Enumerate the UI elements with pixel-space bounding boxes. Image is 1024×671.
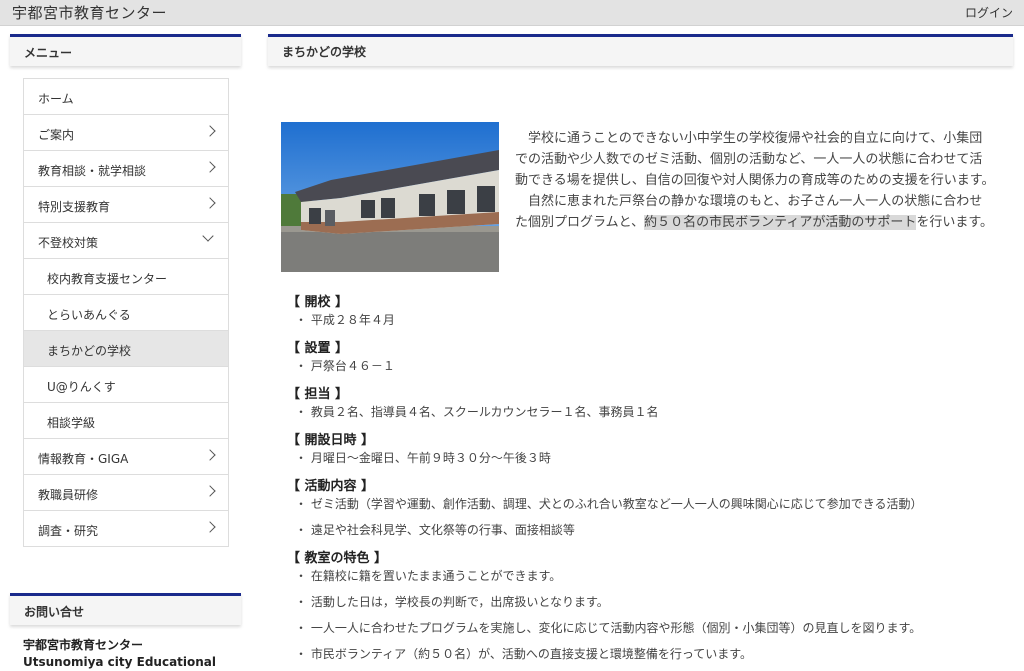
sidebar-item-label: 相談学級 <box>47 416 96 430</box>
login-link[interactable]: ログイン <box>965 4 1013 21</box>
chevron-right-icon[interactable] <box>204 449 216 461</box>
section-item: ・ 一人一人に合わせたプログラムを実施し、変化に応じて活動内容や形態（個別・小集… <box>295 621 922 635</box>
sidebar-item[interactable]: 調査・研究 <box>24 511 228 547</box>
section-title: 【 活動内容 】 <box>287 479 375 494</box>
info-section: 【 活動内容 】・ ゼミ活動（学習や運動、創作活動、調理、犬とのふれ合い教室など… <box>287 475 1007 539</box>
sidebar-item[interactable]: まちかどの学校 <box>24 331 228 367</box>
sidebar-item[interactable]: 特別支援教育 <box>24 187 228 223</box>
sidebar-item-label: まちかどの学校 <box>47 344 132 358</box>
sidebar-item-label: 情報教育・GIGA <box>38 452 129 466</box>
info-section: 【 担当 】・ 教員２名、指導員４名、スクールカウンセラー１名、事務員１名 <box>287 383 1007 421</box>
sidebar-item-label: 不登校対策 <box>38 236 99 250</box>
info-section: 【 開設日時 】・ 月曜日～金曜日、午前９時３０分～午後３時 <box>287 429 1007 467</box>
menu-panel-header: メニュー <box>10 34 241 66</box>
contact-title: お問い合せ <box>24 605 85 619</box>
chevron-right-icon[interactable] <box>204 485 216 497</box>
site-title[interactable]: 宇都宮市教育センター <box>12 2 167 23</box>
sidebar-item-label: 特別支援教育 <box>38 200 111 214</box>
sidebar-item-label: ご案内 <box>38 128 75 142</box>
sidebar-item-label: ホーム <box>38 92 74 106</box>
section-title: 【 開設日時 】 <box>287 433 375 448</box>
sidebar-item[interactable]: 教職員研修 <box>24 475 228 511</box>
section-item: ・ ゼミ活動（学習や運動、創作活動、調理、犬とのふれ合い教室など一人一人の興味関… <box>295 497 923 511</box>
chevron-right-icon[interactable] <box>204 521 216 533</box>
highlighted-text: 約５０名の市民ボランティアが活動のサポート <box>644 215 917 230</box>
sidebar-item[interactable]: ご案内 <box>24 115 228 151</box>
contact-info: 宇都宮市教育センター Utsunomiya city Educational <box>23 637 216 671</box>
sidebar-item-label: 教職員研修 <box>38 488 99 502</box>
sidebar-item[interactable]: 不登校対策 <box>24 223 228 259</box>
sidebar-item[interactable]: 相談学級 <box>24 403 228 439</box>
chevron-right-icon[interactable] <box>204 197 216 209</box>
intro-paragraph-1: 学校に通うことのできない小中学生の学校復帰や社会的自立に向けて、小集団での活動や… <box>515 131 995 188</box>
sidebar-item-label: とらいあんぐる <box>47 308 131 322</box>
menu-title: メニュー <box>24 46 73 60</box>
intro-paragraph-2: 自然に恵まれた戸祭台の静かな環境のもと、お子さん一人一人の状態に合わせた個別プロ… <box>515 194 994 230</box>
chevron-right-icon[interactable] <box>204 125 216 137</box>
school-building-photo <box>281 122 499 272</box>
contact-name-en: Utsunomiya city Educational <box>23 655 217 669</box>
sidebar-item-label: U@りんくす <box>47 380 116 394</box>
section-item: ・ 月曜日～金曜日、午前９時３０分～午後３時 <box>295 451 551 465</box>
sidebar-item[interactable]: ホーム <box>24 79 228 115</box>
info-section: 【 開校 】・ 平成２８年４月 <box>287 291 1007 329</box>
chevron-right-icon[interactable] <box>204 161 216 173</box>
info-section: 【 設置 】・ 戸祭台４６－１ <box>287 337 1007 375</box>
section-item: ・ 教員２名、指導員４名、スクールカウンセラー１名、事務員１名 <box>295 405 659 419</box>
sidebar-item[interactable]: 教育相談・就学相談 <box>24 151 228 187</box>
section-title: 【 担当 】 <box>287 387 349 402</box>
section-item: ・ 戸祭台４６－１ <box>295 359 395 373</box>
sidebar-item[interactable]: U@りんくす <box>24 367 228 403</box>
page-title: まちかどの学校 <box>282 45 367 59</box>
sidebar-item-label: 調査・研究 <box>38 524 99 538</box>
chevron-down-icon[interactable] <box>202 230 214 242</box>
section-item: ・ 活動した日は，学校長の判断で，出席扱いとなります。 <box>295 595 609 609</box>
section-item: ・ 市民ボランティア（約５０名）が、活動への直接支援と環境整備を行っています。 <box>295 647 753 661</box>
section-item: ・ 在籍校に籍を置いたまま通うことができます。 <box>295 569 562 583</box>
top-bar: 宇都宮市教育センター ログイン <box>0 0 1024 26</box>
section-item: ・ 遠足や社会科見学、文化祭等の行事、面接相談等 <box>295 523 575 537</box>
section-item: ・ 平成２８年４月 <box>295 313 395 327</box>
sidebar-item[interactable]: とらいあんぐる <box>24 295 228 331</box>
page-title-bar: まちかどの学校 <box>268 34 1013 66</box>
info-section: 【 教室の特色 】・ 在籍校に籍を置いたまま通うことができます。・ 活動した日は… <box>287 547 1007 663</box>
section-title: 【 開校 】 <box>287 295 349 310</box>
contact-panel-header: お問い合せ <box>10 593 241 625</box>
section-title: 【 設置 】 <box>287 341 349 356</box>
intro-text: 学校に通うことのできない小中学生の学校復帰や社会的自立に向けて、小集団での活動や… <box>515 128 995 233</box>
sidebar-menu: ホームご案内教育相談・就学相談 特別支援教育 不登校対策校内教育支援センター とらいあ… <box>23 78 229 547</box>
sidebar-item-label: 校内教育支援センター <box>47 272 168 286</box>
sidebar-item-label: 教育相談・就学相談 <box>38 164 147 178</box>
section-title: 【 教室の特色 】 <box>287 551 388 566</box>
contact-name-ja: 宇都宮市教育センター <box>23 638 144 652</box>
sidebar-item[interactable]: 校内教育支援センター <box>24 259 228 295</box>
sidebar-item[interactable]: 情報教育・GIGA <box>24 439 228 475</box>
